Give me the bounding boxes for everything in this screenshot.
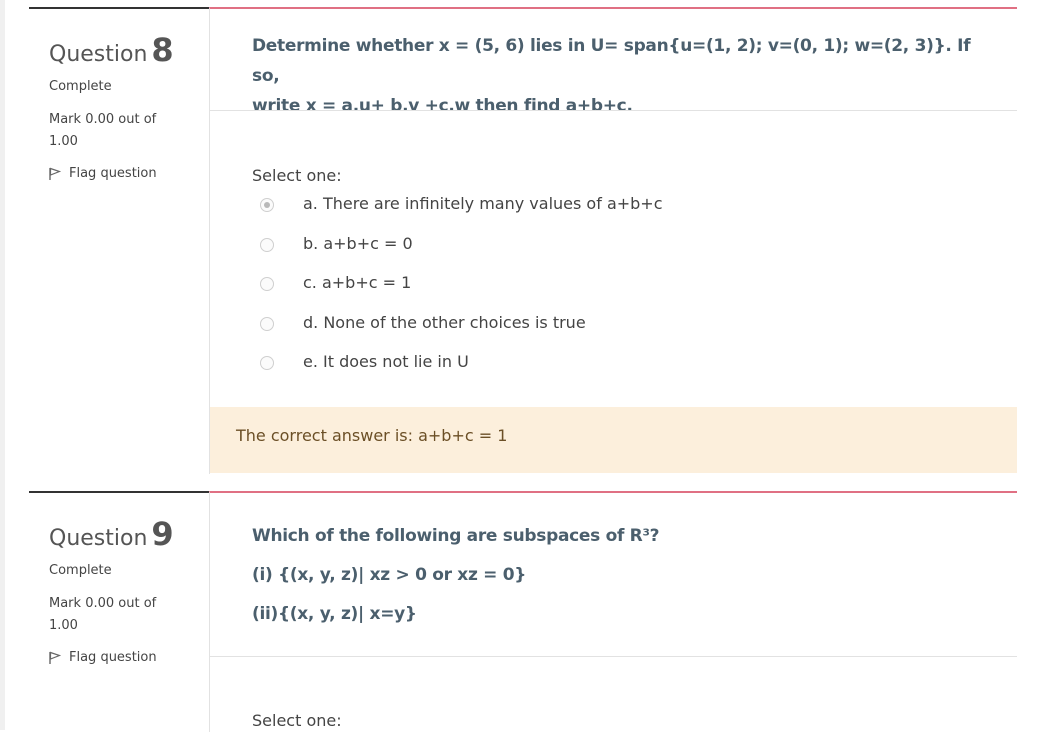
answer-label: c. a+b+c = 1 [303, 273, 412, 292]
flag-question-link[interactable]: Flag question [49, 650, 157, 665]
question-text: Determine whether x = (5, 6) lies in U= … [252, 31, 992, 121]
question-8: Question 8 Complete Mark 0.00 out of 1.00… [29, 7, 1017, 474]
question-info: Question 8 Complete Mark 0.00 out of 1.00… [29, 7, 209, 474]
select-one-prompt: Select one: [252, 711, 342, 730]
question-label: Question [49, 526, 148, 551]
flag-question-label: Flag question [69, 166, 157, 181]
answer-option-c[interactable]: c. a+b+c = 1 [252, 273, 972, 317]
question-grade: Mark 0.00 out of 1.00 [49, 596, 157, 633]
flag-question-link[interactable]: Flag question [49, 166, 157, 181]
answer-label: d. None of the other choices is true [303, 312, 586, 332]
flag-icon [49, 167, 61, 180]
answer-option-e[interactable]: e. It does not lie in U [252, 352, 972, 396]
correct-answer-feedback: The correct answer is: a+b+c = 1 [210, 407, 1017, 473]
question-text-line: Determine whether x = (5, 6) lies in U= … [252, 36, 971, 86]
answer-option-b[interactable]: b. a+b+c = 0 [252, 234, 972, 278]
divider [210, 656, 1017, 657]
flag-question-label: Flag question [69, 650, 157, 665]
divider [210, 110, 1017, 111]
question-state: Complete [49, 563, 112, 578]
question-content: Determine whether x = (5, 6) lies in U= … [209, 7, 1017, 474]
answer-list: a. There are infinitely many values of a… [252, 194, 972, 396]
question-number: Question 9 [49, 515, 174, 553]
question-grade: Mark 0.00 out of 1.00 [49, 112, 157, 149]
flag-icon [49, 651, 61, 664]
question-text-line: write x = a.u+ b.v +c.w then find a+b+c. [252, 96, 633, 116]
radio-button[interactable] [260, 356, 274, 370]
answer-label: a. There are infinitely many values of a… [303, 194, 663, 213]
answer-label: b. a+b+c = 0 [303, 233, 413, 253]
page-left-gutter [0, 0, 5, 730]
question-info: Question 9 Complete Mark 0.00 out of 1.00… [29, 491, 209, 732]
question-label: Question [49, 42, 148, 67]
question-number-value: 9 [151, 515, 174, 553]
radio-button[interactable] [260, 316, 274, 331]
answer-label: e. It does not lie in U [303, 352, 469, 371]
question-content: Which of the following are subspaces of … [209, 491, 1017, 732]
question-state: Complete [49, 79, 112, 94]
question-text: Which of the following are subspaces of … [252, 517, 992, 634]
question-number: Question 8 [49, 31, 174, 69]
radio-button[interactable] [260, 237, 274, 252]
feedback-text: The correct answer is: a+b+c = 1 [236, 426, 508, 445]
question-text-line: (ii){(x, y, z)| x=y} [252, 604, 417, 624]
question-text-line: (i) {(x, y, z)| xz > 0 or xz = 0} [252, 565, 527, 585]
question-text-line: Which of the following are subspaces of … [252, 526, 660, 546]
question-9: Question 9 Complete Mark 0.00 out of 1.00… [29, 491, 1017, 732]
radio-button-selected[interactable] [260, 198, 274, 212]
radio-button[interactable] [260, 277, 274, 291]
select-one-prompt: Select one: [252, 166, 342, 185]
answer-option-d[interactable]: d. None of the other choices is true [252, 313, 972, 357]
answer-option-a[interactable]: a. There are infinitely many values of a… [252, 194, 972, 238]
question-number-value: 8 [151, 31, 174, 69]
